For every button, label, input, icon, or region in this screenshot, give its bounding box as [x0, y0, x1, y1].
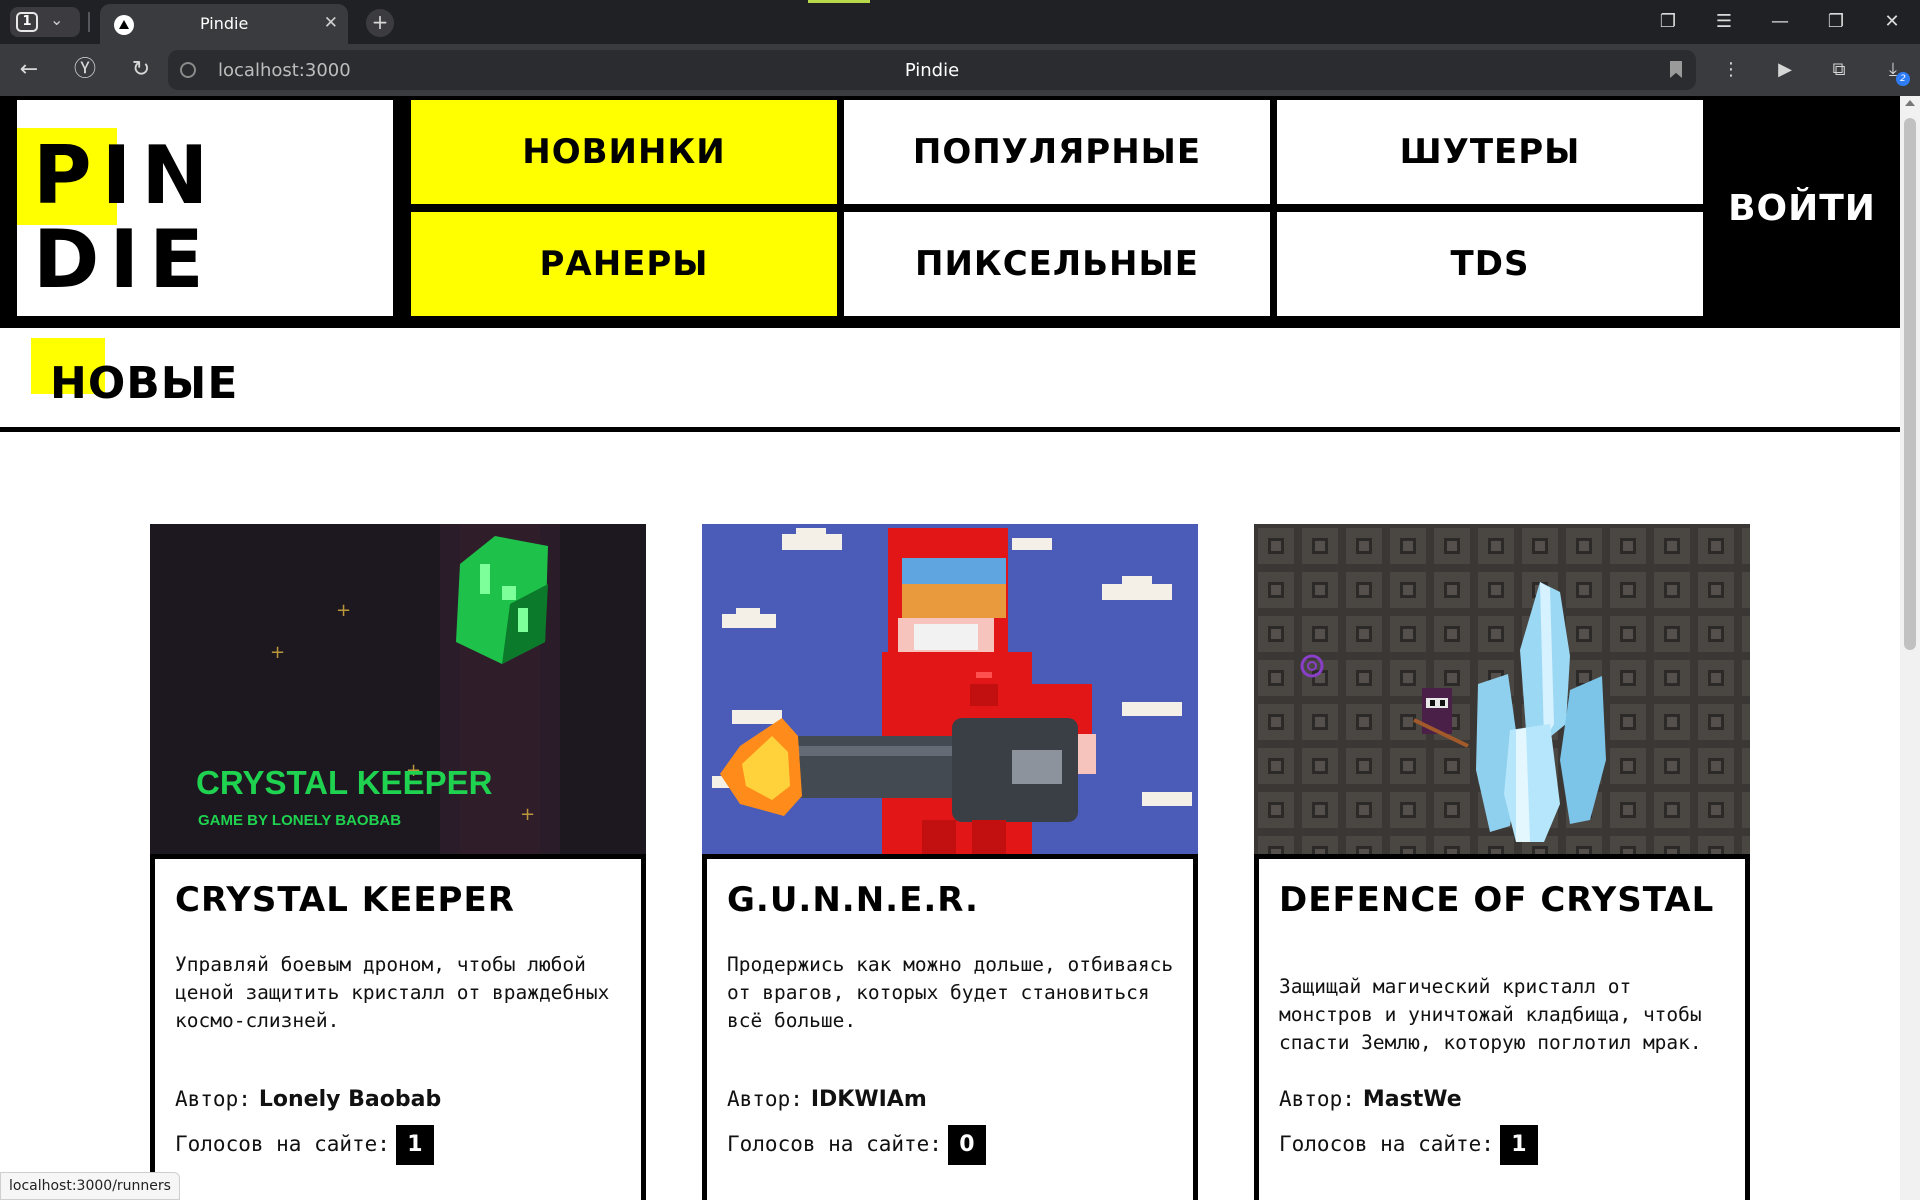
extensions-icon[interactable]: ⧉	[1812, 44, 1866, 96]
game-votes-row: Голосов на сайте: 0	[727, 1125, 986, 1165]
chevron-down-icon: ⌄	[50, 10, 64, 29]
game-author-row: Автор: IDKWIAm	[727, 1087, 927, 1112]
game-description: Продержись как можно дольше, отбиваясь о…	[727, 953, 1174, 1032]
votes-label: Голосов на сайте:	[727, 1132, 942, 1156]
game-cover-image[interactable]: + + + + CRYSTAL KEEPER GAME BY LONELY BA…	[150, 524, 646, 854]
reload-icon[interactable]: ↻	[126, 57, 156, 83]
toolbar-right: ⋮ ▶ ⧉ ⤓ 2	[1704, 44, 1920, 96]
section-title: НОВЫЕ	[50, 358, 239, 409]
logo-line-2: DIE	[33, 213, 214, 306]
yandex-icon[interactable]: Ⓨ	[70, 57, 100, 83]
gunner-cover	[702, 524, 1198, 854]
tab-separator	[88, 12, 90, 32]
site-header: PIN DIE НОВИНКИ ПОПУЛЯРНЫЕ ШУТЕРЫ РАНЕРЫ…	[0, 96, 1900, 328]
downloads-icon[interactable]: ⤓ 2	[1866, 44, 1920, 96]
svg-text:+: +	[270, 642, 285, 663]
svg-text:+: +	[336, 600, 351, 621]
game-cover-image[interactable]	[702, 524, 1198, 854]
login-button[interactable]: ВОЙТИ	[1712, 100, 1892, 316]
votes-label: Голосов на сайте:	[1279, 1132, 1494, 1156]
game-author: Lonely Baobab	[258, 1087, 442, 1112]
close-window-button[interactable]: ✕	[1864, 0, 1920, 44]
new-tab-button[interactable]: +	[366, 9, 394, 37]
game-author-row: Автор: MastWe	[1279, 1087, 1462, 1112]
votes-count: 0	[947, 1125, 986, 1165]
section-header: НОВЫЕ	[0, 328, 1900, 432]
game-title: G.U.N.N.E.R.	[727, 880, 979, 920]
game-author-row: Автор: Lonely Baobab	[175, 1087, 441, 1112]
author-label: Автор:	[1279, 1087, 1355, 1111]
more-options-icon[interactable]: ⋮	[1704, 44, 1758, 96]
browser-address-bar: ← Ⓨ ↻ localhost:3000 Pindie ⋮ ▶ ⧉ ⤓ 2	[0, 44, 1920, 96]
minimize-button[interactable]: —	[1752, 0, 1808, 44]
site-logo[interactable]: PIN DIE	[17, 100, 393, 316]
downloads-badge: 2	[1896, 72, 1910, 86]
tab-title: Pindie	[200, 14, 249, 33]
cover-subtitle: GAME BY LONELY BAOBAB	[198, 812, 401, 829]
media-play-icon[interactable]: ▶	[1758, 44, 1812, 96]
game-title: DEFENCE OF CRYSTAL	[1279, 880, 1715, 920]
page-scrollbar[interactable]	[1900, 96, 1920, 1200]
defence-of-crystal-cover	[1254, 524, 1750, 854]
votes-label: Голосов на сайте:	[175, 1132, 390, 1156]
collections-icon[interactable]: ❐	[1640, 0, 1696, 44]
browser-tab-bar: 1 ⌄ Pindie ✕ + ❐ ☰ — ❐ ✕	[0, 0, 1920, 44]
favicon-icon	[114, 15, 134, 35]
game-card[interactable]: + + + + CRYSTAL KEEPER GAME BY LONELY BA…	[150, 524, 646, 1200]
nav-item-popular[interactable]: ПОПУЛЯРНЫЕ	[844, 100, 1270, 204]
nav-item-pixel[interactable]: ПИКСЕЛЬНЫЕ	[844, 212, 1270, 316]
game-card[interactable]: DEFENCE OF CRYSTAL Защищай магический кр…	[1254, 524, 1750, 1200]
menu-icon[interactable]: ☰	[1696, 0, 1752, 44]
url-field[interactable]: localhost:3000 Pindie	[168, 50, 1696, 90]
author-label: Автор:	[175, 1087, 251, 1111]
close-icon[interactable]: ✕	[324, 13, 338, 33]
game-description: Управляй боевым дроном, чтобы любой цено…	[175, 953, 610, 1032]
game-title: CRYSTAL KEEPER	[175, 880, 515, 920]
back-arrow-icon[interactable]: ←	[14, 57, 44, 83]
browser-tab[interactable]: Pindie ✕	[100, 4, 348, 44]
game-cover-image[interactable]	[1254, 524, 1750, 854]
game-votes-row: Голосов на сайте: 1	[1279, 1125, 1538, 1165]
game-card-body: DEFENCE OF CRYSTAL Защищай магический кр…	[1254, 854, 1750, 1200]
cover-title: CRYSTAL KEEPER	[196, 764, 493, 801]
restore-button[interactable]: ❐	[1808, 0, 1864, 44]
nav-item-new[interactable]: НОВИНКИ	[411, 100, 837, 204]
tab-counter-button[interactable]: 1 ⌄	[10, 7, 80, 37]
svg-text:+: +	[520, 804, 535, 825]
votes-count: 1	[395, 1125, 434, 1165]
game-card-body: CRYSTAL KEEPER Управляй боевым дроном, ч…	[150, 854, 646, 1200]
page-title-display: Pindie	[904, 60, 960, 81]
tab-count: 1	[16, 12, 38, 32]
window-controls: ❐ ☰ — ❐ ✕	[1640, 0, 1920, 44]
game-author: IDKWIAm	[810, 1087, 927, 1112]
game-description: Защищай магический кристалл от монстров …	[1279, 975, 1702, 1054]
game-author: MastWe	[1362, 1087, 1462, 1112]
nav-item-tds[interactable]: TDS	[1277, 212, 1703, 316]
scroll-up-arrow-icon[interactable]	[1905, 100, 1915, 106]
nav-item-runners[interactable]: РАНЕРЫ	[411, 212, 837, 316]
page-viewport: PIN DIE НОВИНКИ ПОПУЛЯРНЫЕ ШУТЕРЫ РАНЕРЫ…	[0, 96, 1900, 1200]
crystal-keeper-cover: + + + + CRYSTAL KEEPER GAME BY LONELY BA…	[150, 524, 646, 854]
votes-count: 1	[1499, 1125, 1538, 1165]
scrollbar-thumb[interactable]	[1904, 118, 1916, 650]
author-label: Автор:	[727, 1087, 803, 1111]
link-status-tooltip: localhost:3000/runners	[0, 1172, 180, 1200]
logo-line-1: PIN	[33, 129, 219, 222]
game-votes-row: Голосов на сайте: 1	[175, 1125, 434, 1165]
game-card[interactable]: G.U.N.N.E.R. Продержись как можно дольше…	[702, 524, 1198, 1200]
nav-item-shooters[interactable]: ШУТЕРЫ	[1277, 100, 1703, 204]
game-card-body: G.U.N.N.E.R. Продержись как можно дольше…	[702, 854, 1198, 1200]
loading-indicator	[808, 0, 870, 3]
